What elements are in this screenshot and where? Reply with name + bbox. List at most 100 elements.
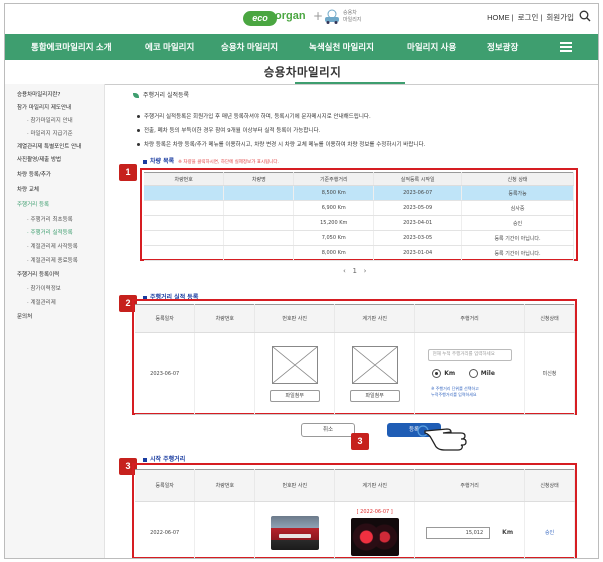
section-heading-text: 주행거리 실적등록 — [143, 92, 190, 99]
notice-2: 전출, 폐차 등의 부득이한 경우 참여 9개월 이상부터 실적 등록이 가능합… — [137, 126, 320, 134]
table-row[interactable]: 15,200 Km 2023-04-01 승인 — [144, 215, 574, 231]
sidebar-item-seasonal-points[interactable]: 계열관리제 특별포인트 안내 — [17, 142, 81, 150]
mile-radio[interactable] — [468, 369, 478, 378]
top-bar: eco organ + 승용차 마일리지 HOME | 로그인 | 회원가입 — [5, 4, 598, 32]
nav-mileage-use[interactable]: 마일리지 사용 — [407, 34, 456, 60]
plate-photo-image[interactable] — [270, 515, 319, 550]
signup-link[interactable]: 회원가입 — [546, 13, 574, 22]
register-table: 등록일자 차량번호 번호판 사진 계기판 사진 주행거리 신청상태 2023-0… — [135, 304, 575, 415]
distance-hint: ※ 주행거리 단위를 선택하고 누적주행거리를 입력하세요 — [431, 386, 524, 398]
vehicle-table: 차량번호 차량명 기준주행거리 실적등록 시작일 신청 상태 8,500 Km … — [144, 172, 574, 261]
distance-input[interactable]: 현재 누적 주행거리를 입력하세요 — [427, 349, 512, 361]
cell-start-status: 승인 — [524, 501, 575, 558]
table-row[interactable]: 8,500 Km 2023-06-07 등록가능 — [144, 185, 574, 201]
col-base-distance: 기준주행거리 — [293, 172, 375, 186]
logo-subtitle-1: 승용차 — [343, 10, 357, 16]
pager-page-1[interactable]: 1 — [353, 267, 357, 275]
logo-subtitle: 승용차 마일리지 — [343, 10, 373, 24]
cell-vehicle-name — [223, 215, 295, 231]
main-content: 주행거리 실적등록 주행거리 실적등록은 회원가입 후 매년 등록하셔야 하며,… — [105, 84, 598, 558]
sidebar-item-seasonal-history[interactable]: · 계절관리제 — [27, 298, 56, 306]
col-status: 신청상태 — [524, 304, 575, 333]
bullet-icon — [137, 143, 140, 146]
step-badge-3-submit: 3 — [351, 433, 369, 450]
pagination: ‹ 1 › — [343, 267, 366, 275]
search-icon[interactable] — [579, 10, 591, 22]
cell-vehicle-name — [223, 245, 295, 261]
dashboard-photo-image[interactable] — [350, 518, 399, 556]
col-start-dashboard-photo: 계기판 사진 — [334, 469, 416, 502]
nav-green-mileage[interactable]: 녹색실천 마일리지 — [309, 34, 374, 60]
start-distance-table: 등록일자 차량번호 번호판 사진 계기판 사진 주행거리 신청상태 2022-0… — [135, 469, 575, 558]
distance-hint-2: 누적주행거리를 입력하세요 — [431, 392, 477, 397]
photo-date-stamp: [ 2022-06-07 ] — [356, 509, 393, 515]
pager-prev-icon[interactable]: ‹ — [343, 267, 346, 275]
sidebar-item-photo-method[interactable]: 사진촬영/제출 방법 — [17, 155, 61, 163]
col-status: 신청 상태 — [461, 172, 574, 186]
sidebar-item-performance-register[interactable]: · 주행거리 실적등록 — [27, 228, 73, 236]
col-dashboard-photo: 계기판 사진 — [334, 304, 416, 333]
logo-eco: eco — [243, 11, 277, 26]
cell-start-distance-value: 15,012 Km — [414, 501, 526, 558]
pager-next-icon[interactable]: › — [364, 267, 367, 275]
mile-radio-label: Mile — [480, 370, 495, 377]
cell-distance: 15,200 Km — [293, 215, 375, 231]
sidebar-item-seasonal-end[interactable]: · 계절관리제 종료등록 — [27, 256, 78, 264]
sidebar-item-contact[interactable]: 문의처 — [17, 312, 32, 320]
plate-file-button[interactable]: 파일첨부 — [269, 389, 320, 402]
col-distance: 주행거리 — [414, 304, 526, 333]
col-start-date: 등록일자 — [135, 469, 196, 502]
col-start-distance: 주행거리 — [414, 469, 526, 502]
nav-integrated-intro[interactable]: 통합에코마일리지 소개 — [31, 34, 112, 60]
cell-start-vehicle-no — [194, 501, 256, 558]
sidebar-item-seasonal-start[interactable]: · 계절관리제 사작등록 — [27, 242, 78, 250]
table-row[interactable]: 8,000 Km 2023-01-04 등록 기간이 아닙니다. — [144, 245, 574, 261]
sidebar-item-payment-criteria[interactable]: · 마일리지 지급기준 — [27, 129, 73, 137]
logo-organ: organ — [275, 10, 306, 22]
square-bullet-icon — [143, 159, 147, 164]
cell-status: 승인 — [461, 215, 574, 231]
km-radio[interactable] — [432, 369, 442, 378]
sidebar-item-first-register[interactable]: · 주행거리 최초등록 — [27, 215, 73, 223]
plate-photo-placeholder-icon — [271, 345, 318, 384]
cell-status: 심사중 — [461, 200, 574, 216]
square-bullet-icon — [143, 457, 147, 462]
hamburger-menu-icon[interactable] — [560, 42, 572, 52]
sidebar-item-vehicle-register[interactable]: 차량 등록/추가 — [17, 170, 51, 178]
cell-vehicle-name — [223, 200, 295, 216]
cell-start-date: 2022-06-07 — [135, 501, 196, 558]
login-link[interactable]: 로그인 — [518, 13, 539, 22]
sidebar-item-history[interactable]: 주행거리 등록이력 — [17, 270, 59, 278]
table-row[interactable]: 6,900 Km 2023-05-09 심사중 — [144, 200, 574, 216]
cell-distance: 7,050 Km — [293, 230, 375, 246]
notice-1-text: 주행거리 실적등록은 회원가입 후 매년 등록하셔야 하며, 등록시기에 문자메… — [144, 114, 371, 120]
start-distance-title-text: 시작 주행거리 — [150, 456, 186, 463]
page-frame: eco organ + 승용차 마일리지 HOME | 로그인 | 회원가입 통합에… — [4, 3, 599, 559]
dashboard-file-button[interactable]: 파일첨부 — [349, 389, 400, 402]
nav-car-mileage[interactable]: 승용차 마일리지 — [221, 34, 278, 60]
cell-date: 2023-01-04 — [373, 245, 463, 261]
cell-vehicle-no — [144, 245, 225, 261]
main-nav: 통합에코마일리지 소개 에코 마일리지 승용차 마일리지 녹색실천 마일리지 마… — [5, 34, 598, 60]
sidebar-item-distance-register[interactable]: 주행거리 등록 — [17, 200, 49, 208]
nav-info[interactable]: 정보광장 — [487, 34, 518, 60]
nav-eco-mileage[interactable]: 에코 마일리지 — [145, 34, 194, 60]
home-link[interactable]: HOME — [487, 13, 510, 22]
car-icon — [325, 9, 339, 24]
cell-distance: 6,900 Km — [293, 200, 375, 216]
start-distance-unit: Km — [502, 529, 514, 536]
sidebar-item-participation-guide[interactable]: · 참가마일리지 안내 — [27, 116, 73, 124]
sidebar: 승용차마일리지란? 참가 마일리지 제도안내 · 참가마일리지 안내 · 마일리… — [5, 84, 105, 558]
cell-distance: 8,500 Km — [293, 185, 375, 201]
col-start-status: 신청상태 — [524, 469, 575, 502]
sidebar-item-participation-history[interactable]: · 참가이력정보 — [27, 284, 61, 292]
table-row[interactable]: 7,050 Km 2023-03-05 등록 기간이 아닙니다. — [144, 230, 574, 246]
sidebar-item-vehicle-replace[interactable]: 차량 교체 — [17, 185, 39, 193]
sidebar-item-about[interactable]: 승용차마일리지란? — [17, 90, 60, 98]
logo-subtitle-2: 마일리지 — [343, 17, 362, 23]
sidebar-item-participation[interactable]: 참가 마일리지 제도안내 — [17, 103, 71, 111]
logo[interactable]: eco organ + 승용차 마일리지 — [243, 8, 363, 30]
col-start-plate-photo: 번호판 사진 — [254, 469, 336, 502]
cell-vehicle-name — [223, 185, 295, 201]
cancel-button[interactable]: 취소 — [301, 423, 355, 437]
